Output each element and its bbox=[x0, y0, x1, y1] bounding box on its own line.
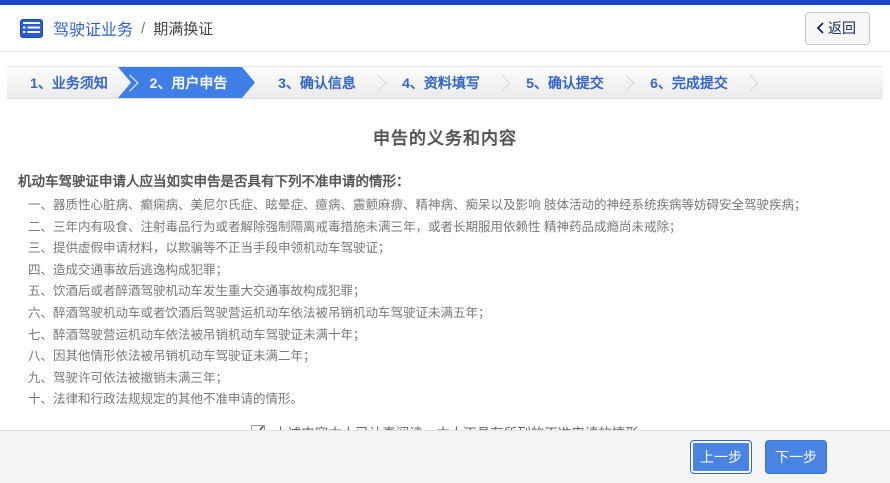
declaration-item: 十、法律和行政法规规定的其他不准申请的情形。 bbox=[28, 389, 880, 411]
declaration-item: 八、因其他情形依法被吊销机动车驾驶证未满二年； bbox=[28, 346, 880, 368]
declaration-item: 七、醉酒驾驶营运机动车依法被吊销机动车驾驶证未满十年； bbox=[28, 325, 880, 347]
breadcrumb-divider: / bbox=[141, 20, 145, 37]
back-button-label: 返回 bbox=[828, 18, 856, 38]
step-navigation: 1、业务须知2、用户申告3、确认信息4、资料填写5、确认提交6、完成提交 bbox=[7, 66, 883, 99]
next-step-button[interactable]: 下一步 bbox=[765, 440, 827, 474]
page-header: 驾驶证业务 / 期满换证 返回 bbox=[0, 5, 890, 52]
declaration-item: 一、器质性心脏病、癫痫病、美尼尔氏症、眩晕症、癔病、震颤麻痹、精神病、痴呆以及影… bbox=[28, 195, 880, 217]
page-title: 驾驶证业务 bbox=[53, 16, 133, 40]
step-tab-5[interactable]: 5、确认提交 bbox=[503, 67, 627, 98]
declaration-item: 四、造成交通事故后逃逸构成犯罪； bbox=[28, 260, 880, 282]
form-list-icon bbox=[20, 19, 43, 38]
declaration-title: 申告的义务和内容 bbox=[0, 124, 890, 149]
previous-step-button[interactable]: 上一步 bbox=[690, 440, 752, 474]
declaration-list: 一、器质性心脏病、癫痫病、美尼尔氏症、眩晕症、癔病、震颤麻痹、精神病、痴呆以及影… bbox=[28, 195, 880, 411]
declaration-item: 三、提供虚假申请材料，以欺骗等不正当手段申领机动车驾驶证； bbox=[28, 238, 880, 260]
step-tab-3[interactable]: 3、确认信息 bbox=[255, 67, 379, 98]
chevron-left-icon bbox=[816, 22, 824, 34]
declaration-item: 五、饮酒后或者醉酒驾驶机动车发生重大交通事故构成犯罪； bbox=[28, 281, 880, 303]
step-tab-1[interactable]: 1、业务须知 bbox=[7, 67, 131, 98]
declaration-item: 六、醉酒驾驶机动车或者饮酒后驾驶营运机动车依法被吊销机动车驾驶证未满五年； bbox=[28, 303, 880, 325]
breadcrumb-current: 期满换证 bbox=[153, 18, 213, 39]
footer-bar: 上一步 下一步 bbox=[0, 430, 890, 483]
step-tab-4[interactable]: 4、资料填写 bbox=[379, 67, 503, 98]
back-button[interactable]: 返回 bbox=[805, 12, 870, 45]
declaration-item: 二、三年内有吸食、注射毒品行为或者解除强制隔离戒毒措施未满三年，或者长期服用依赖… bbox=[28, 217, 880, 239]
declaration-item: 九、驾驶许可依法被撤销未满三年； bbox=[28, 368, 880, 390]
declaration-intro: 机动车驾驶证申请人应当如实申告是否具有下列不准申请的情形： bbox=[18, 170, 872, 190]
step-tab-6[interactable]: 6、完成提交 bbox=[627, 67, 751, 98]
